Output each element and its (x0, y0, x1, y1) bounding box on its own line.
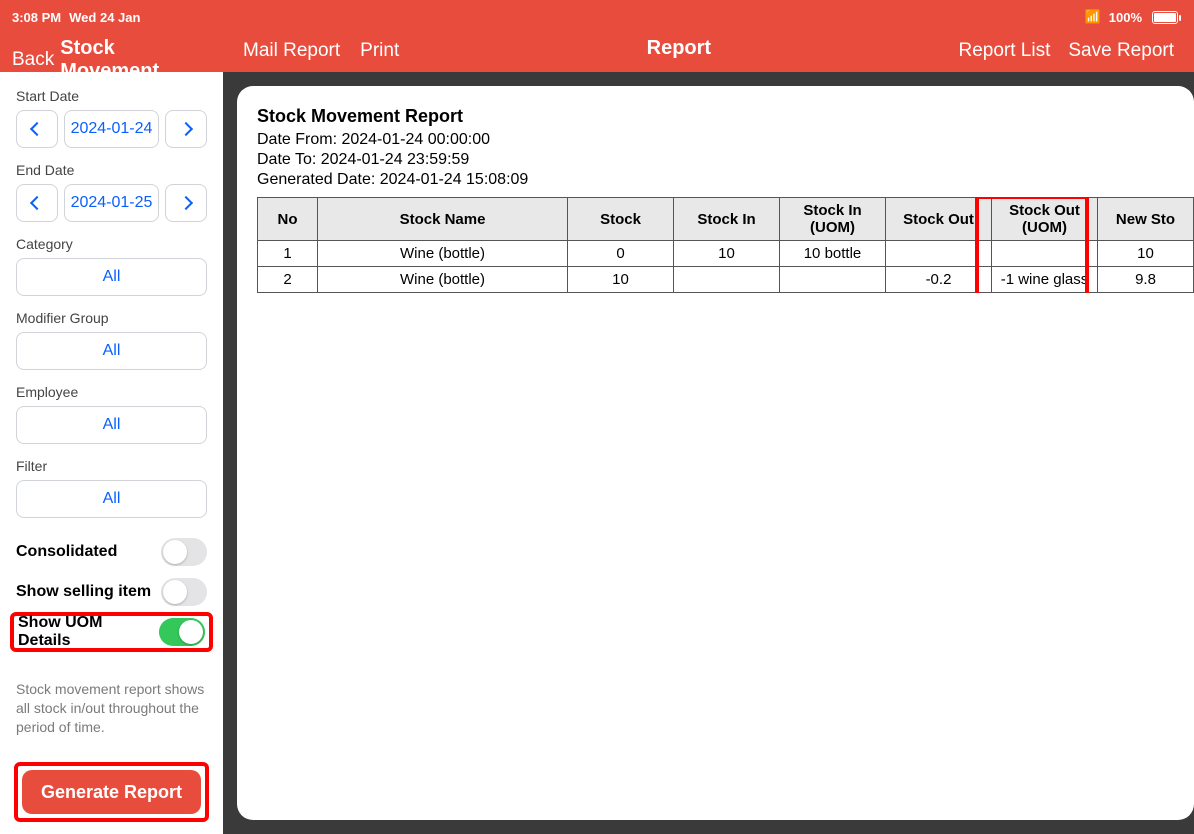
cell-new: 9.8 (1098, 267, 1194, 293)
main-header: 100% Mail Report Print Report Report Lis… (223, 0, 1194, 72)
cell-no: 1 (258, 241, 318, 267)
modifier-group-label: Modifier Group (16, 310, 207, 326)
battery-percent: 100% (1109, 10, 1142, 25)
main: 100% Mail Report Print Report Report Lis… (223, 0, 1194, 834)
col-stock-in: Stock In (674, 198, 780, 241)
table-row: 1 Wine (bottle) 0 10 10 bottle 10 (258, 241, 1194, 267)
mail-report-button[interactable]: Mail Report (243, 40, 340, 62)
col-stock-in-uom: Stock In (UOM) (780, 198, 886, 241)
col-stock: Stock (568, 198, 674, 241)
category-label: Category (16, 236, 207, 252)
cell-stock: 10 (568, 267, 674, 293)
report-paper: Stock Movement Report Date From: 2024-01… (237, 86, 1194, 820)
print-button[interactable]: Print (360, 40, 399, 62)
consolidated-row: Consolidated (16, 532, 207, 572)
cell-out: -0.2 (886, 267, 992, 293)
start-date-prev-button[interactable] (16, 110, 58, 148)
chevron-right-icon (179, 122, 193, 136)
start-date-field[interactable]: 2024-01-24 (64, 110, 159, 148)
show-selling-toggle[interactable] (161, 578, 207, 606)
chevron-right-icon (179, 196, 193, 210)
end-date-field[interactable]: 2024-01-25 (64, 184, 159, 222)
modifier-group-select[interactable]: All (16, 332, 207, 370)
status-date: Wed 24 Jan (69, 10, 140, 25)
cell-name: Wine (bottle) (318, 241, 568, 267)
table-row: 2 Wine (bottle) 10 -0.2 -1 wine glass 9.… (258, 267, 1194, 293)
report-date-to: Date To: 2024-01-24 23:59:59 (257, 151, 1194, 169)
back-button[interactable]: Back (12, 49, 54, 71)
cell-no: 2 (258, 267, 318, 293)
show-uom-row: Show UOM Details (10, 612, 213, 652)
wifi-icon (1085, 9, 1101, 25)
sidebar-header: 3:08 PM Wed 24 Jan Back Stock Movement (0, 0, 223, 72)
cell-stock: 0 (568, 241, 674, 267)
cell-outuom (992, 241, 1098, 267)
battery-icon (1152, 11, 1178, 24)
col-stock-out: Stock Out (886, 198, 992, 241)
statusbar-right: 100% (1085, 7, 1178, 27)
employee-label: Employee (16, 384, 207, 400)
cell-in: 10 (674, 241, 780, 267)
filter-label: Filter (16, 458, 207, 474)
report-title: Stock Movement Report (257, 106, 1194, 127)
report-generated-date: Generated Date: 2024-01-24 15:08:09 (257, 171, 1194, 189)
report-date-from: Date From: 2024-01-24 00:00:00 (257, 131, 1194, 149)
save-report-button[interactable]: Save Report (1068, 40, 1174, 62)
filter-select[interactable]: All (16, 480, 207, 518)
cell-name: Wine (bottle) (318, 267, 568, 293)
cell-inuom: 10 bottle (780, 241, 886, 267)
chevron-left-icon (30, 196, 44, 210)
start-date-label: Start Date (16, 88, 207, 104)
generate-report-button[interactable]: Generate Report (22, 770, 201, 814)
start-date-next-button[interactable] (165, 110, 207, 148)
sidebar: 3:08 PM Wed 24 Jan Back Stock Movement S… (0, 0, 223, 834)
cell-in (674, 267, 780, 293)
report-list-button[interactable]: Report List (959, 40, 1051, 62)
header-title: Report (399, 37, 958, 60)
col-stock-out-uom: Stock Out (UOM) (992, 198, 1098, 241)
show-selling-row: Show selling item (16, 572, 207, 612)
chevron-left-icon (30, 122, 44, 136)
cell-new: 10 (1098, 241, 1194, 267)
end-date-label: End Date (16, 162, 207, 178)
col-no: No (258, 198, 318, 241)
table-header-row: No Stock Name Stock Stock In Stock In (U… (258, 198, 1194, 241)
col-new-stock: New Sto (1098, 198, 1194, 241)
cell-out (886, 241, 992, 267)
consolidated-label: Consolidated (16, 543, 117, 561)
end-date-prev-button[interactable] (16, 184, 58, 222)
report-table: No Stock Name Stock Stock In Stock In (U… (257, 197, 1194, 293)
consolidated-toggle[interactable] (161, 538, 207, 566)
category-select[interactable]: All (16, 258, 207, 296)
col-name: Stock Name (318, 198, 568, 241)
cell-outuom: -1 wine glass (992, 267, 1098, 293)
end-date-next-button[interactable] (165, 184, 207, 222)
statusbar-left: 3:08 PM Wed 24 Jan (12, 7, 211, 27)
show-uom-toggle[interactable] (159, 618, 205, 646)
cell-inuom (780, 267, 886, 293)
report-description: Stock movement report shows all stock in… (16, 680, 207, 737)
employee-select[interactable]: All (16, 406, 207, 444)
show-selling-label: Show selling item (16, 583, 151, 601)
status-time: 3:08 PM (12, 10, 61, 25)
show-uom-label: Show UOM Details (18, 614, 159, 650)
